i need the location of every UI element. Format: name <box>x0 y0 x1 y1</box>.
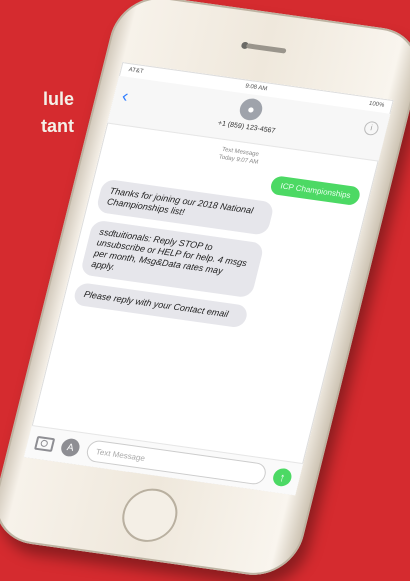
promo-line-2: tant <box>41 116 74 136</box>
camera-icon[interactable] <box>34 435 56 453</box>
promo-line-1: lule <box>42 89 74 109</box>
messages-screen: AT&T 9:08 AM 100% ‹ ● +1 (859) 123-4567 … <box>23 62 394 496</box>
send-arrow-icon[interactable]: ↑ <box>271 467 294 488</box>
avatar-icon[interactable]: ● <box>237 97 265 122</box>
carrier-label: AT&T <box>127 67 145 75</box>
clock: 9:08 AM <box>244 83 268 93</box>
promo-side-text: lule tant <box>0 86 74 140</box>
battery-label: 100% <box>368 100 385 109</box>
app-store-icon[interactable]: A <box>59 437 82 458</box>
info-icon[interactable]: i <box>362 120 380 137</box>
outgoing-bubble: ICP Championships <box>269 175 362 207</box>
back-chevron-icon[interactable]: ‹ <box>120 86 131 106</box>
